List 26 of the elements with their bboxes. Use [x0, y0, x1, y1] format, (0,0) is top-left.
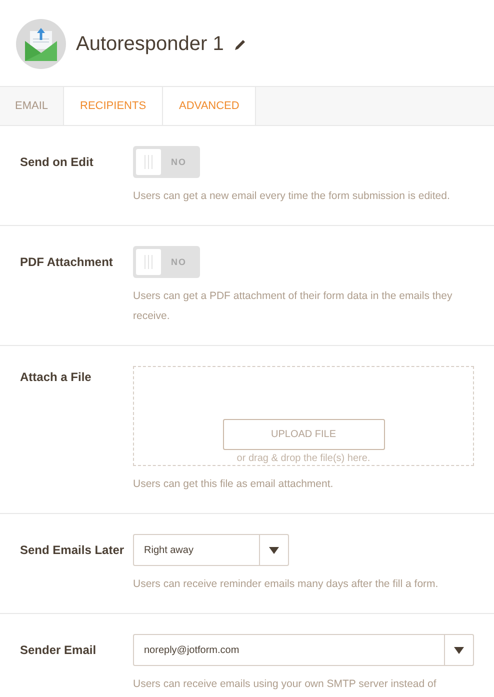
- dropdown[interactable]: noreply@jotform.com: [133, 634, 474, 666]
- drop-hint: or drag & drop the file(s) here.: [236, 453, 370, 464]
- setting-label: Send Emails Later: [20, 542, 126, 559]
- grip-icon: [144, 155, 153, 169]
- setting-description: Users can receive reminder emails many days after the fill a form.: [133, 577, 440, 592]
- setting-label: Attach a File: [20, 369, 92, 386]
- toggle-switch[interactable]: NO: [133, 146, 200, 178]
- tab[interactable]: ADVANCED: [163, 87, 256, 125]
- setting-label: Sender Email: [20, 642, 98, 659]
- tab[interactable]: RECIPIENTS: [64, 87, 164, 125]
- setting-label: PDF Attachment: [20, 254, 114, 271]
- pencil-icon[interactable]: [234, 38, 247, 50]
- setting-label: Send on Edit: [20, 154, 94, 171]
- caret-icon: [269, 546, 279, 554]
- setting-description: Users can get a new email every time the form submission is edited.: [133, 189, 451, 204]
- caret-icon: [454, 646, 464, 654]
- setting-description: Users can receive emails using your own SMTP server instead of: [133, 677, 438, 692]
- drop-zone[interactable]: UPLOAD FILE or drag & drop the file(s) here.: [133, 366, 474, 466]
- setting-description: Users can get a PDF attachment of their form data in the emails they receive.: [133, 289, 454, 324]
- page-title: Autoresponder 1: [76, 32, 224, 56]
- upload-button[interactable]: UPLOAD FILE: [222, 419, 384, 450]
- envelope-icon: [25, 27, 57, 61]
- setting-description: Users can get this file as email attachment.: [133, 477, 334, 492]
- grip-icon: [144, 255, 153, 269]
- toggle-switch[interactable]: NO: [133, 246, 200, 278]
- dropdown[interactable]: Right away: [133, 534, 289, 566]
